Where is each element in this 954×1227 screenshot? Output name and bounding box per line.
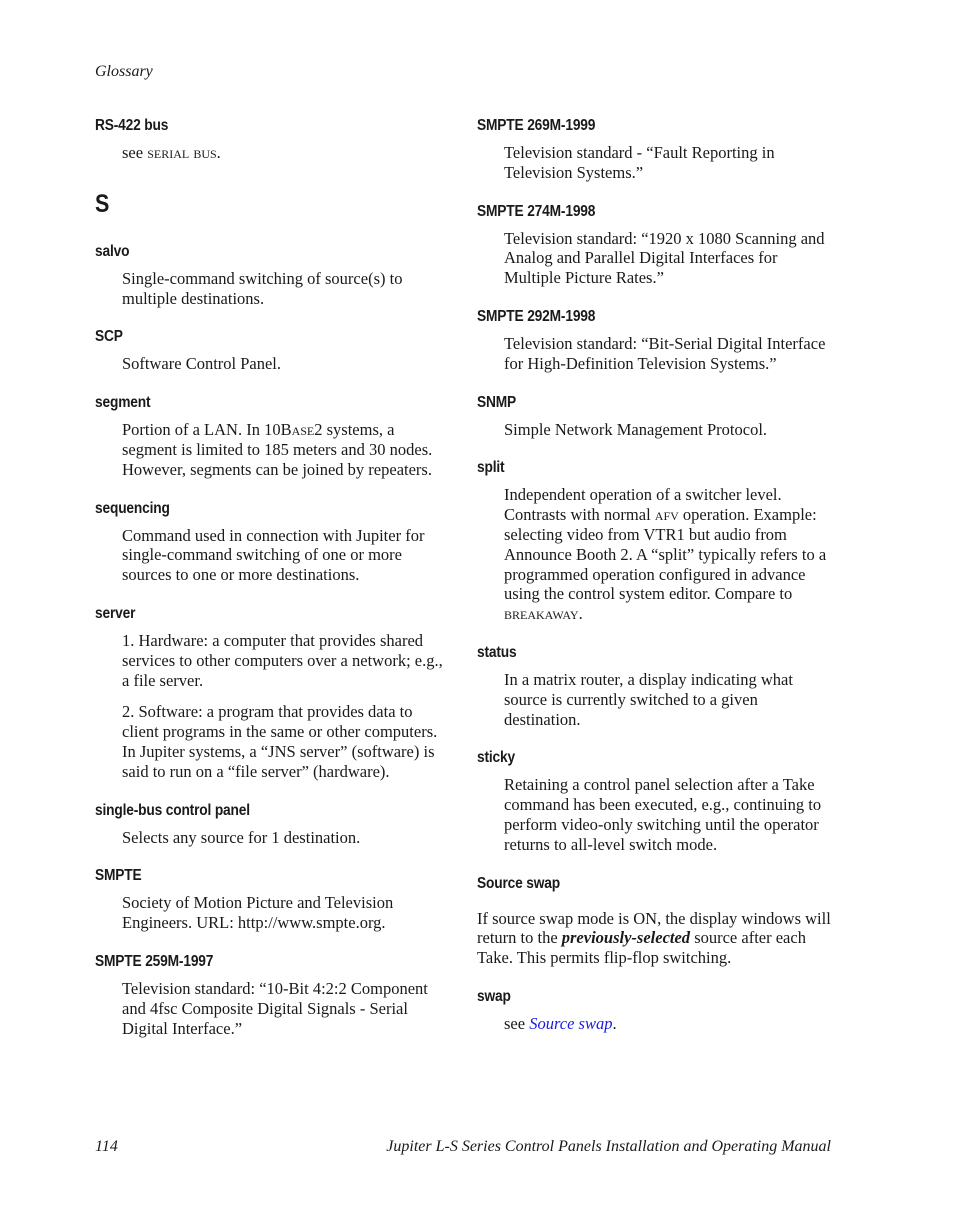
entry-snmp: SNMP Simple Network Management Protocol.	[477, 392, 847, 440]
page-footer: 114 Jupiter L-S Series Control Panels In…	[95, 1138, 831, 1156]
definition: If source swap mode is ON, the display w…	[477, 909, 837, 968]
entry-status: status In a matrix router, a display ind…	[477, 642, 847, 729]
term-heading: single-bus control panel	[95, 801, 250, 819]
entry-split: split Independent operation of a switche…	[477, 457, 847, 624]
term-heading: split	[477, 459, 505, 477]
definition: Television standard: “1920 x 1080 Scanni…	[504, 228, 825, 288]
left-column: RS-422 bus see serial bus. S salvo Singl…	[95, 115, 465, 1056]
definition: Television standard: “Bit-Serial Digital…	[504, 333, 826, 373]
definition: 1. Hardware: a computer that provides sh…	[122, 631, 452, 782]
term-heading: SMPTE 259M-1997	[95, 952, 214, 970]
definition: Selects any source for 1 destination.	[122, 827, 361, 847]
definition-text: Portion of a LAN. In 10B	[122, 420, 292, 440]
term-heading: sequencing	[95, 499, 170, 517]
definition: see Source swap.	[504, 1014, 834, 1034]
definition: Single-command switching of source(s) to…	[122, 268, 403, 308]
entry-smpte-259m: SMPTE 259M-1997 Television standard: “10…	[95, 951, 465, 1038]
entry-rs422-bus: RS-422 bus see serial bus.	[95, 115, 465, 163]
term-heading: SMPTE 269M-1999	[477, 117, 596, 134]
term-heading: SNMP	[477, 393, 517, 411]
definition: In a matrix router, a display indicating…	[504, 669, 793, 729]
definition: Television standard - “Fault Reporting i…	[504, 143, 775, 182]
term-heading: swap	[477, 987, 511, 1005]
term-heading: sticky	[477, 749, 515, 767]
punctuation: .	[612, 1013, 617, 1033]
entry-smpte-292m: SMPTE 292M-1998 Television standard: “Bi…	[477, 306, 847, 374]
term-heading: Source swap	[477, 874, 561, 892]
running-head: Glossary	[95, 63, 153, 80]
right-column: SMPTE 269M-1999 Television standard - “F…	[477, 115, 847, 1052]
term-heading: RS-422 bus	[95, 117, 169, 134]
definition: Television standard: “10-Bit 4:2:2 Compo…	[122, 978, 428, 1038]
definition: Simple Network Management Protocol.	[504, 419, 768, 439]
entry-server: server 1. Hardware: a computer that prov…	[95, 603, 465, 782]
definition-hardware: 1. Hardware: a computer that provides sh…	[122, 630, 443, 690]
punctuation: .	[578, 604, 583, 624]
entry-sticky: sticky Retaining a control panel selecti…	[477, 747, 847, 854]
definition: Retaining a control panel selection afte…	[504, 775, 822, 854]
definition: see serial bus.	[122, 143, 452, 163]
emphasis-text: previously-selected	[561, 928, 691, 948]
cross-reference: breakaway	[504, 604, 579, 624]
definition: Software Control Panel.	[122, 354, 282, 374]
page-number: 114	[95, 1138, 118, 1155]
entry-salvo: salvo Single-command switching of source…	[95, 241, 465, 309]
entry-smpte: SMPTE Society of Motion Picture and Tele…	[95, 865, 465, 933]
definition: Independent operation of a switcher leve…	[504, 485, 834, 624]
entry-single-bus-control-panel: single-bus control panel Selects any sou…	[95, 800, 465, 848]
see-text: see	[122, 143, 148, 162]
cross-reference: serial bus	[147, 143, 217, 162]
definition: Command used in connection with Jupiter …	[122, 525, 425, 585]
entry-source-swap: Source swap If source swap mode is ON, t…	[477, 873, 847, 968]
term-heading: SMPTE 274M-1998	[477, 202, 596, 220]
entry-segment: segment Portion of a LAN. In 10Base2 sys…	[95, 392, 465, 479]
term-heading: segment	[95, 394, 151, 412]
entry-sequencing: sequencing Command used in connection wi…	[95, 498, 465, 585]
entry-scp: SCP Software Control Panel.	[95, 326, 465, 374]
term-heading: SCP	[95, 328, 123, 346]
entry-smpte-274m: SMPTE 274M-1998 Television standard: “19…	[477, 201, 847, 288]
small-caps-text: ase	[291, 420, 315, 440]
term-heading: status	[477, 643, 517, 661]
term-heading: SMPTE	[95, 867, 142, 885]
definition: Portion of a LAN. In 10Base2 systems, a …	[122, 420, 452, 479]
punctuation: .	[216, 143, 221, 162]
term-heading: salvo	[95, 242, 130, 260]
source-swap-link[interactable]: Source swap	[529, 1014, 612, 1033]
section-letter: S	[95, 189, 110, 218]
manual-title: Jupiter L-S Series Control Panels Instal…	[386, 1138, 831, 1155]
definition-software: 2. Software: a program that provides dat…	[122, 702, 438, 781]
entry-smpte-269m: SMPTE 269M-1999 Television standard - “F…	[477, 115, 847, 183]
term-heading: SMPTE 292M-1998	[477, 307, 596, 325]
definition: Society of Motion Picture and Television…	[122, 893, 394, 933]
entry-swap: swap see Source swap.	[477, 986, 847, 1034]
see-text: see	[504, 1013, 530, 1033]
term-heading: server	[95, 604, 136, 622]
small-caps-text: afv	[654, 505, 679, 525]
